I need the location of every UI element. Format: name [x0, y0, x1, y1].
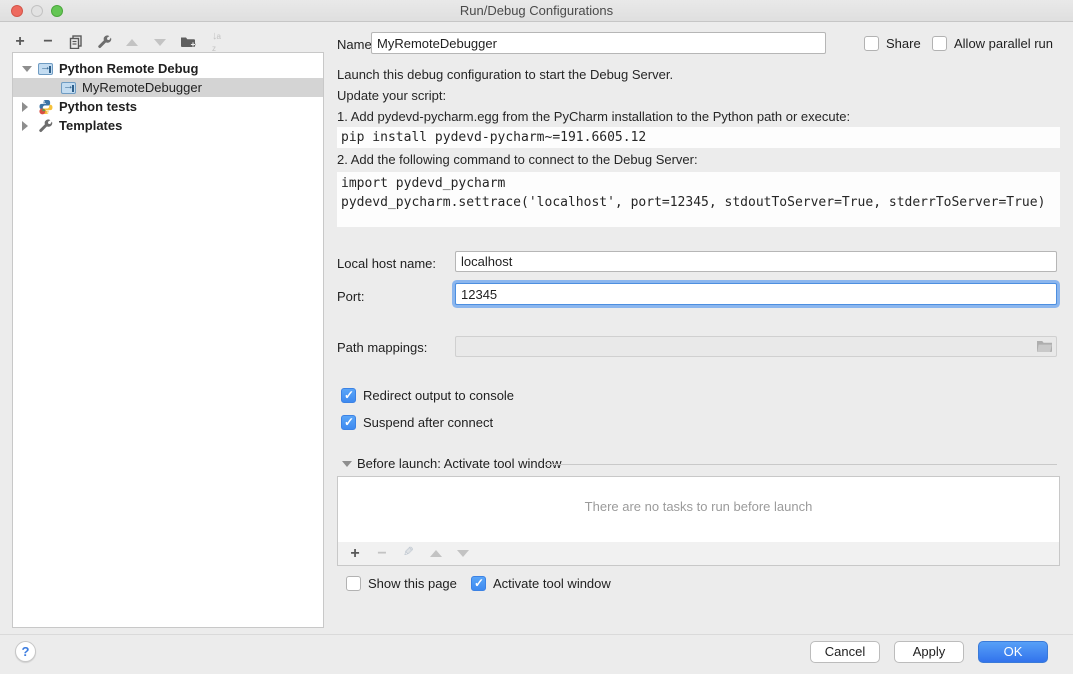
tree-item-myremotedebugger[interactable]: MyRemoteDebugger	[13, 78, 323, 97]
remote-debug-icon	[61, 80, 77, 96]
title-bar: Run/Debug Configurations	[0, 0, 1073, 22]
move-down-icon[interactable]	[152, 34, 168, 50]
tree-item-python-remote-debug[interactable]: Python Remote Debug	[13, 59, 323, 78]
no-tasks-message: There are no tasks to run before launch	[338, 499, 1059, 514]
allow-parallel-run-checkbox-label: Allow parallel run	[954, 36, 1053, 51]
show-this-page-checkbox-label: Show this page	[368, 576, 457, 591]
show-this-page-checkbox[interactable]: Show this page	[346, 576, 457, 591]
allow-parallel-run-checkbox-box	[932, 36, 947, 51]
local-host-name-label: Local host name:	[337, 256, 436, 271]
tree-item-label: Python tests	[59, 99, 137, 114]
python-tests-icon	[38, 99, 54, 115]
description-line: 2. Add the following command to connect …	[337, 152, 698, 167]
tree-item-python-tests[interactable]: Python tests	[13, 97, 323, 116]
before-launch-collapse-icon[interactable]	[342, 461, 352, 467]
sort-alphabetically-icon[interactable]: ↓az	[208, 34, 224, 50]
footer-separator	[0, 634, 1073, 635]
apply-button[interactable]: Apply	[894, 641, 964, 663]
window-title: Run/Debug Configurations	[0, 3, 1073, 18]
code-line: import pydevd_pycharm	[341, 174, 1056, 193]
tree-item-templates[interactable]: Templates	[13, 116, 323, 135]
redirect-output-checkbox[interactable]: Redirect output to console	[341, 388, 514, 403]
show-this-page-checkbox-box	[346, 576, 361, 591]
path-mappings-input[interactable]	[455, 336, 1057, 357]
help-button-label: ?	[22, 644, 30, 659]
local-host-name-input[interactable]	[455, 251, 1057, 272]
chevron-right-icon[interactable]	[22, 102, 28, 112]
description-line: Launch this debug configuration to start…	[337, 67, 673, 82]
new-folder-icon[interactable]	[180, 34, 196, 50]
suspend-after-connect-checkbox-box	[341, 415, 356, 430]
remote-debug-icon	[38, 61, 54, 77]
edit-wrench-icon[interactable]	[96, 34, 112, 50]
run-debug-configurations-dialog: Run/Debug Configurations + −	[0, 0, 1073, 674]
activate-tool-window-checkbox-box	[471, 576, 486, 591]
tree-item-label: Templates	[59, 118, 122, 133]
remove-icon[interactable]: −	[374, 546, 390, 562]
description-line: Update your script:	[337, 88, 446, 103]
add-icon[interactable]: +	[12, 34, 28, 50]
configurations-tree: Python Remote Debug MyRemoteDebugger Pyt…	[12, 52, 324, 628]
wrench-icon	[38, 118, 54, 134]
before-launch-toolbar: + −	[337, 542, 1060, 566]
tree-item-label: MyRemoteDebugger	[82, 80, 202, 95]
share-checkbox[interactable]: Share	[864, 36, 921, 51]
path-mappings-label: Path mappings:	[337, 340, 427, 355]
add-icon[interactable]: +	[347, 546, 363, 562]
activate-tool-window-checkbox[interactable]: Activate tool window	[471, 576, 611, 591]
move-up-icon[interactable]	[428, 546, 444, 562]
before-launch-header: Before launch: Activate tool window	[357, 456, 562, 471]
chevron-right-icon[interactable]	[22, 121, 28, 131]
pip-install-code-block: pip install pydevd-pycharm~=191.6605.12	[337, 127, 1060, 148]
remove-icon[interactable]: −	[40, 34, 56, 50]
move-up-icon[interactable]	[124, 34, 140, 50]
description-line: 1. Add pydevd-pycharm.egg from the PyCha…	[337, 109, 850, 124]
suspend-after-connect-checkbox-label: Suspend after connect	[363, 415, 493, 430]
chevron-down-icon[interactable]	[22, 66, 32, 72]
move-down-icon[interactable]	[455, 546, 471, 562]
browse-folder-icon[interactable]	[1036, 339, 1053, 353]
ok-button[interactable]: OK	[978, 641, 1048, 663]
port-input[interactable]	[455, 283, 1057, 305]
redirect-output-checkbox-label: Redirect output to console	[363, 388, 514, 403]
copy-icon[interactable]	[68, 34, 84, 50]
port-label: Port:	[337, 289, 364, 304]
settrace-code-block: import pydevd_pycharm pydevd_pycharm.set…	[337, 172, 1060, 227]
name-label: Name:	[337, 37, 375, 52]
cancel-button[interactable]: Cancel	[810, 641, 880, 663]
help-button[interactable]: ?	[15, 641, 36, 662]
tree-item-label: Python Remote Debug	[59, 61, 198, 76]
before-launch-task-list[interactable]: There are no tasks to run before launch	[337, 476, 1060, 543]
share-checkbox-label: Share	[886, 36, 921, 51]
suspend-after-connect-checkbox[interactable]: Suspend after connect	[341, 415, 493, 430]
name-input[interactable]	[371, 32, 826, 54]
share-checkbox-box	[864, 36, 879, 51]
before-launch-separator	[545, 464, 1057, 465]
activate-tool-window-checkbox-label: Activate tool window	[493, 576, 611, 591]
configurations-toolbar: + − ↓az	[12, 32, 224, 52]
allow-parallel-run-checkbox[interactable]: Allow parallel run	[932, 36, 1053, 51]
code-line: pydevd_pycharm.settrace('localhost', por…	[341, 193, 1056, 212]
redirect-output-checkbox-box	[341, 388, 356, 403]
edit-pencil-icon[interactable]	[401, 546, 417, 562]
